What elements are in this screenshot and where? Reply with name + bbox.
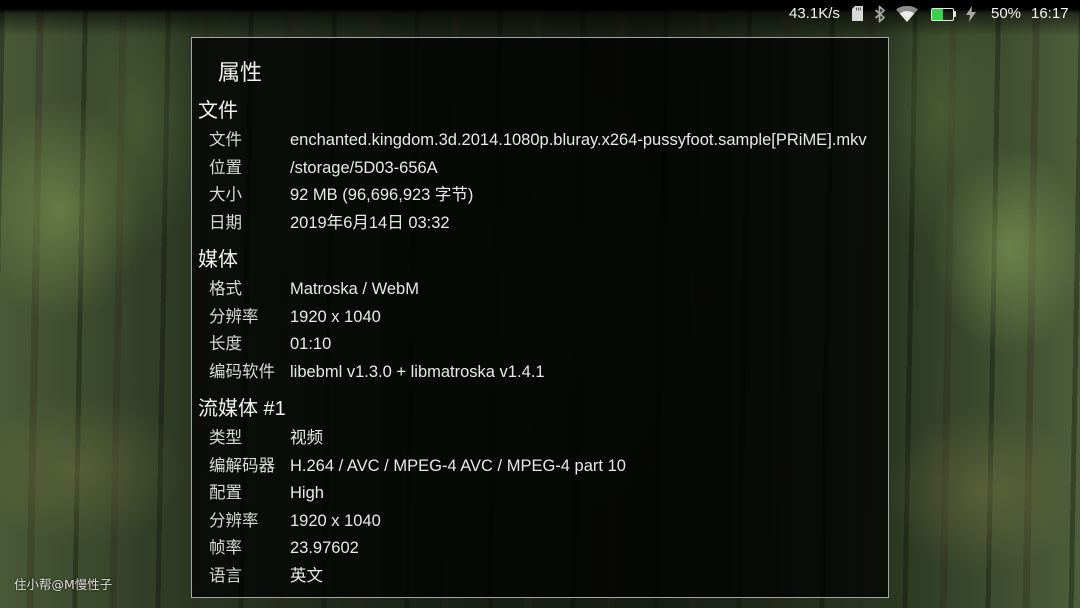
row-label: 编解码器	[209, 456, 275, 475]
section-heading-file: 文件	[198, 100, 238, 122]
section-file: 文件 文件 enchanted.kingdom.3d.2014.1080p.bl…	[192, 97, 888, 237]
row-value: enchanted.kingdom.3d.2014.1080p.bluray.x…	[290, 131, 867, 149]
row-label: 类型	[209, 429, 242, 447]
row-value: 视频	[290, 429, 323, 447]
clock-time: 16:17	[1031, 5, 1069, 22]
row-value: 1920 x 1040	[290, 511, 381, 530]
row-file-name: 文件 enchanted.kingdom.3d.2014.1080p.blura…	[192, 127, 888, 155]
row-frame-rate: 帧率 23.97602	[192, 535, 888, 563]
row-value: 01:10	[290, 335, 332, 353]
wifi-icon	[896, 5, 918, 27]
row-value: 92 MB (96,696,923 字节)	[290, 186, 474, 204]
row-label: 格式	[209, 280, 242, 298]
row-date: 日期 2019年6月14日 03:32	[192, 210, 888, 238]
charging-bolt-icon	[966, 6, 976, 27]
row-format: 格式 Matroska / WebM	[192, 276, 888, 304]
row-label: 语言	[209, 566, 242, 585]
row-label: 大小	[209, 186, 242, 204]
row-size: 大小 92 MB (96,696,923 字节)	[192, 182, 888, 210]
section-media: 媒体 格式 Matroska / WebM 分辨率 1920 x 1040 长度…	[192, 246, 888, 386]
row-value: H.264 / AVC / MPEG-4 AVC / MPEG-4 part 1…	[290, 456, 626, 475]
row-value: libebml v1.3.0 + libmatroska v1.4.1	[290, 362, 545, 381]
battery-icon	[931, 8, 954, 21]
row-profile: 配置 High	[192, 480, 888, 508]
row-encoder-software: 编码软件 libebml v1.3.0 + libmatroska v1.4.1	[192, 359, 888, 387]
row-value: 23.97602	[290, 539, 359, 557]
battery-percent: 50%	[991, 5, 1022, 22]
section-stream-1: 流媒体 #1 类型 视频 编解码器 H.264 / AVC / MPEG-4 A…	[192, 395, 888, 590]
row-label: 帧率	[209, 539, 242, 557]
properties-scroll-list[interactable]: 文件 文件 enchanted.kingdom.3d.2014.1080p.bl…	[192, 97, 888, 590]
row-label: 长度	[209, 335, 242, 353]
row-value: High	[290, 484, 324, 502]
row-label: 文件	[209, 131, 242, 149]
row-value: 英文	[290, 566, 323, 585]
row-label: 分辨率	[209, 307, 259, 326]
row-value: 1920 x 1040	[290, 307, 381, 326]
row-language: 语言 英文	[192, 563, 888, 591]
section-heading-media: 媒体	[198, 249, 238, 271]
row-location: 位置 /storage/5D03-656A	[192, 155, 888, 183]
sd-card-icon	[852, 6, 863, 26]
watermark-text: 住小帮@M慢性子	[14, 577, 113, 592]
row-label: 编码软件	[209, 362, 275, 381]
row-resolution: 分辨率 1920 x 1040	[192, 304, 888, 332]
row-label: 配置	[209, 484, 242, 502]
row-label: 日期	[209, 213, 242, 232]
battery-nub	[954, 11, 956, 17]
row-stream-resolution: 分辨率 1920 x 1040	[192, 508, 888, 536]
row-stream-type: 类型 视频	[192, 425, 888, 453]
properties-dialog: 属性 文件 文件 enchanted.kingdom.3d.2014.1080p…	[191, 37, 889, 598]
row-label: 分辨率	[209, 511, 259, 530]
row-value: 2019年6月14日 03:32	[290, 213, 450, 232]
section-heading-stream: 流媒体 #1	[198, 398, 286, 420]
bluetooth-icon	[874, 5, 886, 28]
network-speed: 43.1K/s	[789, 5, 840, 22]
row-value: /storage/5D03-656A	[290, 158, 438, 177]
row-label: 位置	[209, 158, 242, 177]
row-duration: 长度 01:10	[192, 331, 888, 359]
row-value: Matroska / WebM	[290, 280, 419, 298]
row-codec: 编解码器 H.264 / AVC / MPEG-4 AVC / MPEG-4 p…	[192, 453, 888, 481]
battery-fill	[932, 9, 943, 20]
dialog-title: 属性	[218, 60, 263, 85]
